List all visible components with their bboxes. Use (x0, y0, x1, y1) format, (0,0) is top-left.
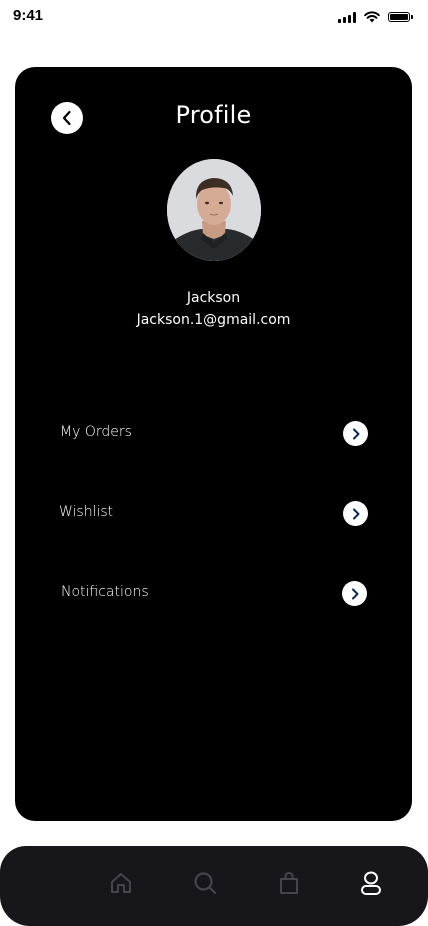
user-name: Jackson (186, 290, 241, 306)
avatar-photo (167, 159, 261, 261)
menu-item-label: My Orders (60, 424, 132, 440)
menu-item-wishlist[interactable]: Wishlist (15, 493, 412, 533)
user-icon (361, 871, 381, 895)
nav-tab-cart[interactable] (274, 867, 304, 899)
status-icons (338, 11, 413, 23)
menu-item-my-orders[interactable]: My Orders (15, 413, 412, 453)
nav-tab-profile[interactable] (356, 867, 386, 899)
status-bar: 9:41 (0, 0, 428, 36)
bottom-nav (0, 846, 428, 926)
nav-tab-home[interactable] (106, 867, 136, 899)
user-email: Jackson.1@gmail.com (136, 312, 291, 328)
search-icon (194, 872, 217, 895)
status-time: 9:41 (13, 7, 44, 24)
profile-card: Profile Jackson Jackson.1@gmail.com My O… (15, 67, 412, 821)
chevron-right-icon[interactable] (343, 501, 368, 526)
wifi-icon (364, 11, 380, 23)
page-title: Profile (175, 101, 252, 129)
home-icon (111, 873, 131, 893)
battery-icon (388, 12, 413, 22)
menu-item-label: Wishlist (59, 504, 114, 520)
avatar (167, 159, 261, 261)
chevron-right-icon[interactable] (343, 421, 368, 446)
cellular-signal-icon (338, 11, 356, 23)
nav-tab-search[interactable] (190, 867, 220, 899)
menu-item-notifications[interactable]: Notifications (15, 573, 412, 613)
shopping-bag-icon (280, 871, 298, 894)
menu-item-label: Notifications (61, 584, 149, 600)
chevron-right-icon[interactable] (342, 581, 367, 606)
